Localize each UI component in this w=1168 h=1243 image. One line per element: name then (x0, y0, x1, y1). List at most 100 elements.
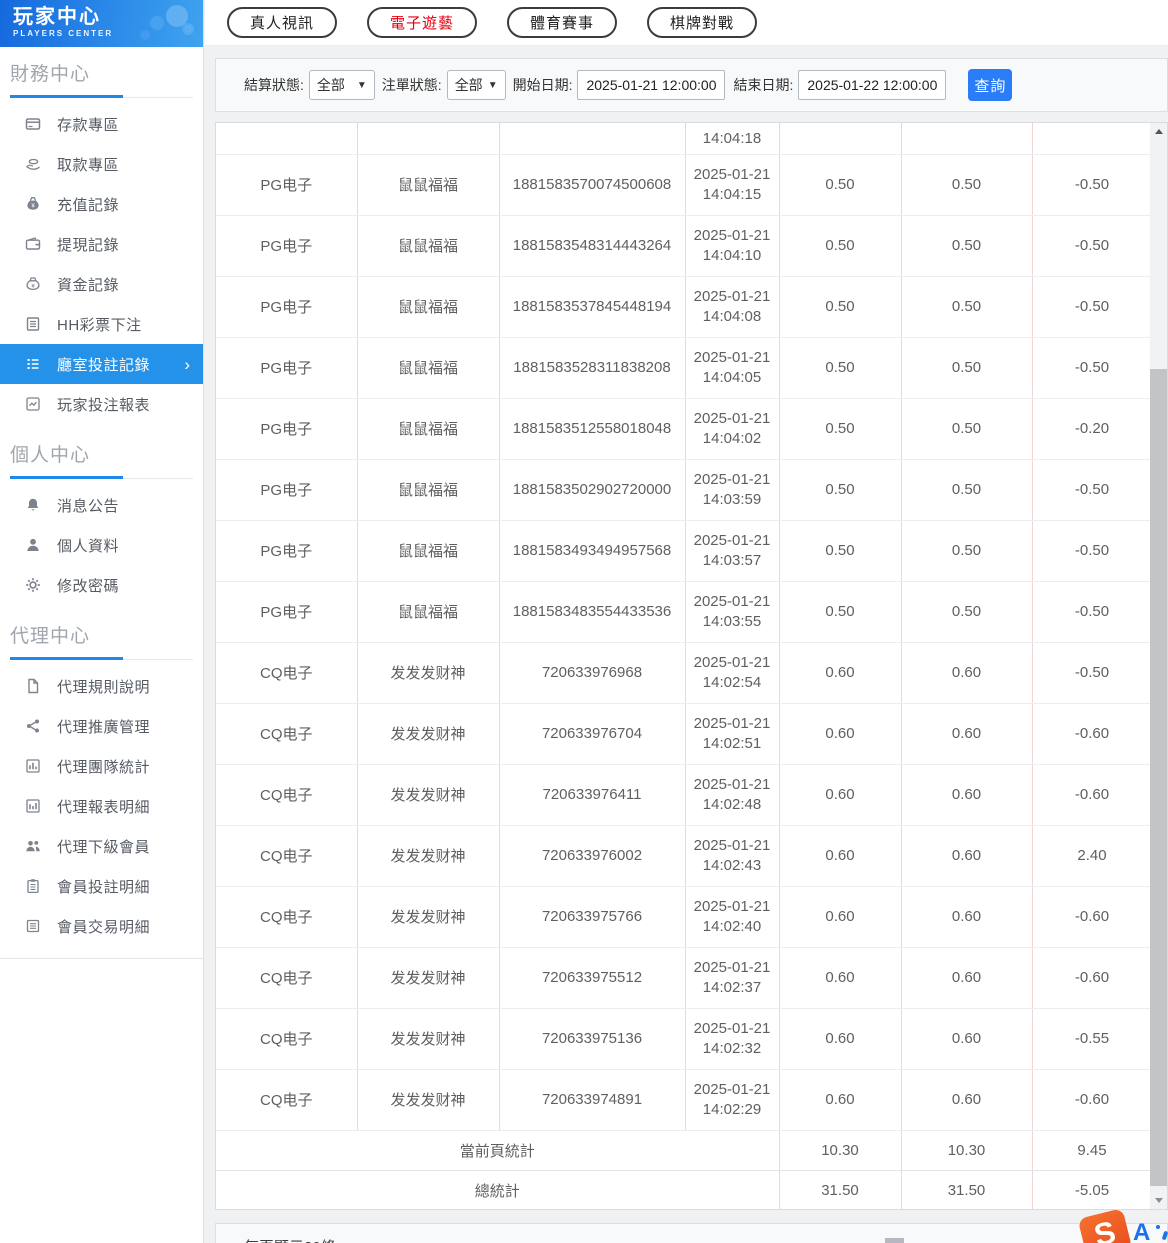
sidebar-item[interactable]: 會員交易明細 (0, 906, 203, 946)
table-row: CQ电子 发发发财神 720633976002 2025-01-21 14:02:43 0… (216, 825, 1150, 887)
cell-bet-id: 1881583548314443264 (499, 215, 686, 277)
sidebar-item[interactable]: 修改密碼 (0, 565, 203, 605)
cell-win-loss: -0.50 (1032, 154, 1150, 216)
table-row: PG电子 鼠鼠福福 1881583537845448194 2025-01-21 14:… (216, 276, 1150, 338)
report-detail-icon (24, 798, 41, 815)
cell-win-loss: -0.60 (1032, 1069, 1150, 1131)
cell-bet: 0.50 (779, 337, 902, 399)
sidebar-item[interactable]: 提現記錄 (0, 224, 203, 264)
cell-valid-bet: 0.60 (901, 825, 1033, 887)
recharge-bag-icon: ¥ (24, 196, 41, 213)
section-title: 財務中心 (10, 64, 91, 85)
sidebar-item[interactable]: 代理報表明細 (0, 786, 203, 826)
end-date-input[interactable]: 2025-01-22 12:00:00 (798, 70, 947, 100)
scroll-up-button[interactable] (1150, 123, 1167, 140)
cell-win-loss: -0.60 (1032, 764, 1150, 826)
start-date-input[interactable]: 2025-01-21 12:00:00 (577, 70, 726, 100)
cell-valid-bet: 0.60 (901, 1008, 1033, 1070)
cell-game: 鼠鼠福福 (357, 215, 500, 277)
sidebar-item[interactable]: HH彩票下注 (0, 304, 203, 344)
sidebar-item[interactable]: 代理團隊統計 (0, 746, 203, 786)
table-row: CQ电子 发发发财神 720633975766 2025-01-21 14:02:40 0… (216, 886, 1150, 948)
screenshot-tool-watermark[interactable]: S A (1077, 1208, 1168, 1243)
sidebar-item[interactable]: 玩家投注報表 (0, 384, 203, 424)
tab-category[interactable]: 棋牌對戰 (647, 7, 758, 38)
cell-valid-bet: 0.60 (901, 642, 1033, 704)
gear-icon (24, 577, 41, 594)
sidebar-item[interactable]: ¥ 充值記錄 (0, 184, 203, 224)
cell-platform: CQ电子 (216, 1069, 358, 1131)
cell-time: 2025-01-21 14:03:57 (685, 520, 780, 582)
sidebar-item[interactable]: ¥ 資金記錄 (0, 264, 203, 304)
cell-valid-bet: 0.50 (901, 337, 1033, 399)
sidebar-item-label: 修改密碼 (57, 577, 120, 595)
section-heading: 個人中心 (0, 424, 203, 479)
cell-bet: 0.50 (779, 581, 902, 643)
cell-bet-id: 1881583483554433536 (499, 581, 686, 643)
bell-icon (24, 497, 41, 514)
withdraw-wallet-icon (24, 236, 41, 253)
cell-bet: 0.60 (779, 1069, 902, 1131)
sidebar-item[interactable]: 廳室投註記錄 › (0, 344, 203, 384)
total-summary-bet: 31.50 (779, 1170, 902, 1209)
order-status-select[interactable]: 全部 ▼ (446, 70, 506, 100)
bet-records-panel: 14:04:18 PG电子 鼠鼠福福 1881583570074500608 2025… (215, 122, 1168, 1210)
sidebar-item[interactable]: 個人資料 (0, 525, 203, 565)
cell-bet: 0.50 (779, 459, 902, 521)
cell-valid-bet: 0.60 (901, 947, 1033, 1009)
pagination-button-partial[interactable] (885, 1238, 904, 1243)
sidebar-item[interactable]: 代理推廣管理 (0, 706, 203, 746)
cell-bet: 0.50 (779, 520, 902, 582)
cell-time: 2025-01-21 14:03:55 (685, 581, 780, 643)
blue-dot-icon (1161, 1230, 1168, 1241)
sidebar-divider (0, 958, 203, 959)
sidebar-item[interactable]: 取款專區 (0, 144, 203, 184)
tab-category[interactable]: 真人視訊 (227, 7, 338, 38)
page-summary-win-loss: 9.45 (1032, 1130, 1150, 1171)
bet-records-scroll-area: 14:04:18 PG电子 鼠鼠福福 1881583570074500608 2025… (216, 123, 1150, 1209)
cell-game: 发发发财神 (357, 703, 500, 765)
cell-bet-id: 1881583512558018048 (499, 398, 686, 460)
cell-game: 发发发财神 (357, 1008, 500, 1070)
chevron-down-icon: ▼ (487, 79, 498, 91)
cell-valid-bet: 0.50 (901, 215, 1033, 277)
cell-valid-bet: 0.50 (901, 398, 1033, 460)
cell-win-loss: 2.40 (1032, 825, 1150, 887)
member-bet-icon (24, 878, 41, 895)
cell-bet: 0.50 (779, 154, 902, 216)
page-summary-bet: 10.30 (779, 1130, 902, 1171)
main-content: 真人視訊 電子遊藝 體育賽事 棋牌對戰 結算狀態: 全部 ▼ 注單狀態: 全部 ▼ 開… (205, 0, 1168, 1243)
sidebar-item[interactable]: 代理規則說明 (0, 666, 203, 706)
sub-members-icon (24, 838, 41, 855)
cell-platform: CQ电子 (216, 825, 358, 887)
table-row: PG电子 鼠鼠福福 1881583512558018048 2025-01-21 14:… (216, 398, 1150, 460)
section-heading: 財務中心 (0, 47, 203, 98)
cell-bet: 0.50 (779, 276, 902, 338)
sidebar-item-label: 取款專區 (57, 156, 120, 174)
sidebar-item[interactable]: 存款專區 (0, 104, 203, 144)
search-button[interactable]: 查詢 (968, 69, 1013, 101)
cell-bet: 0.60 (779, 642, 902, 704)
cell-platform: CQ电子 (216, 886, 358, 948)
sidebar-item-label: 會員投註明細 (57, 878, 151, 896)
sidebar-item-label: 廳室投註記錄 (57, 356, 151, 374)
menu-group: 消息公告 個人資料修改密碼 (0, 479, 203, 605)
sidebar-item[interactable]: 代理下級會員 (0, 826, 203, 866)
sidebar-item-label: 代理推廣管理 (57, 718, 151, 736)
cell-platform (216, 123, 358, 155)
cell-game: 发发发财神 (357, 642, 500, 704)
sidebar-item[interactable]: 會員投註明細 (0, 866, 203, 906)
table-row: PG电子 鼠鼠福福 1881583548314443264 2025-01-21 14:… (216, 215, 1150, 277)
table-row: PG电子 鼠鼠福福 1881583502902720000 2025-01-21 14:… (216, 459, 1150, 521)
start-date-label: 開始日期: (512, 77, 573, 93)
tab-category[interactable]: 體育賽事 (507, 7, 618, 38)
scroll-down-button[interactable] (1150, 1192, 1167, 1209)
settle-status-select[interactable]: 全部 ▼ (308, 70, 375, 100)
order-status-value: 全部 (454, 77, 483, 93)
cell-valid-bet (901, 123, 1033, 155)
scrollbar-thumb[interactable] (1150, 369, 1167, 1186)
sidebar-item[interactable]: 消息公告 (0, 485, 203, 525)
cell-time: 2025-01-21 14:04:10 (685, 215, 780, 277)
tab-active[interactable]: 電子遊藝 (367, 7, 478, 38)
blue-dot-icon (1156, 1225, 1160, 1229)
